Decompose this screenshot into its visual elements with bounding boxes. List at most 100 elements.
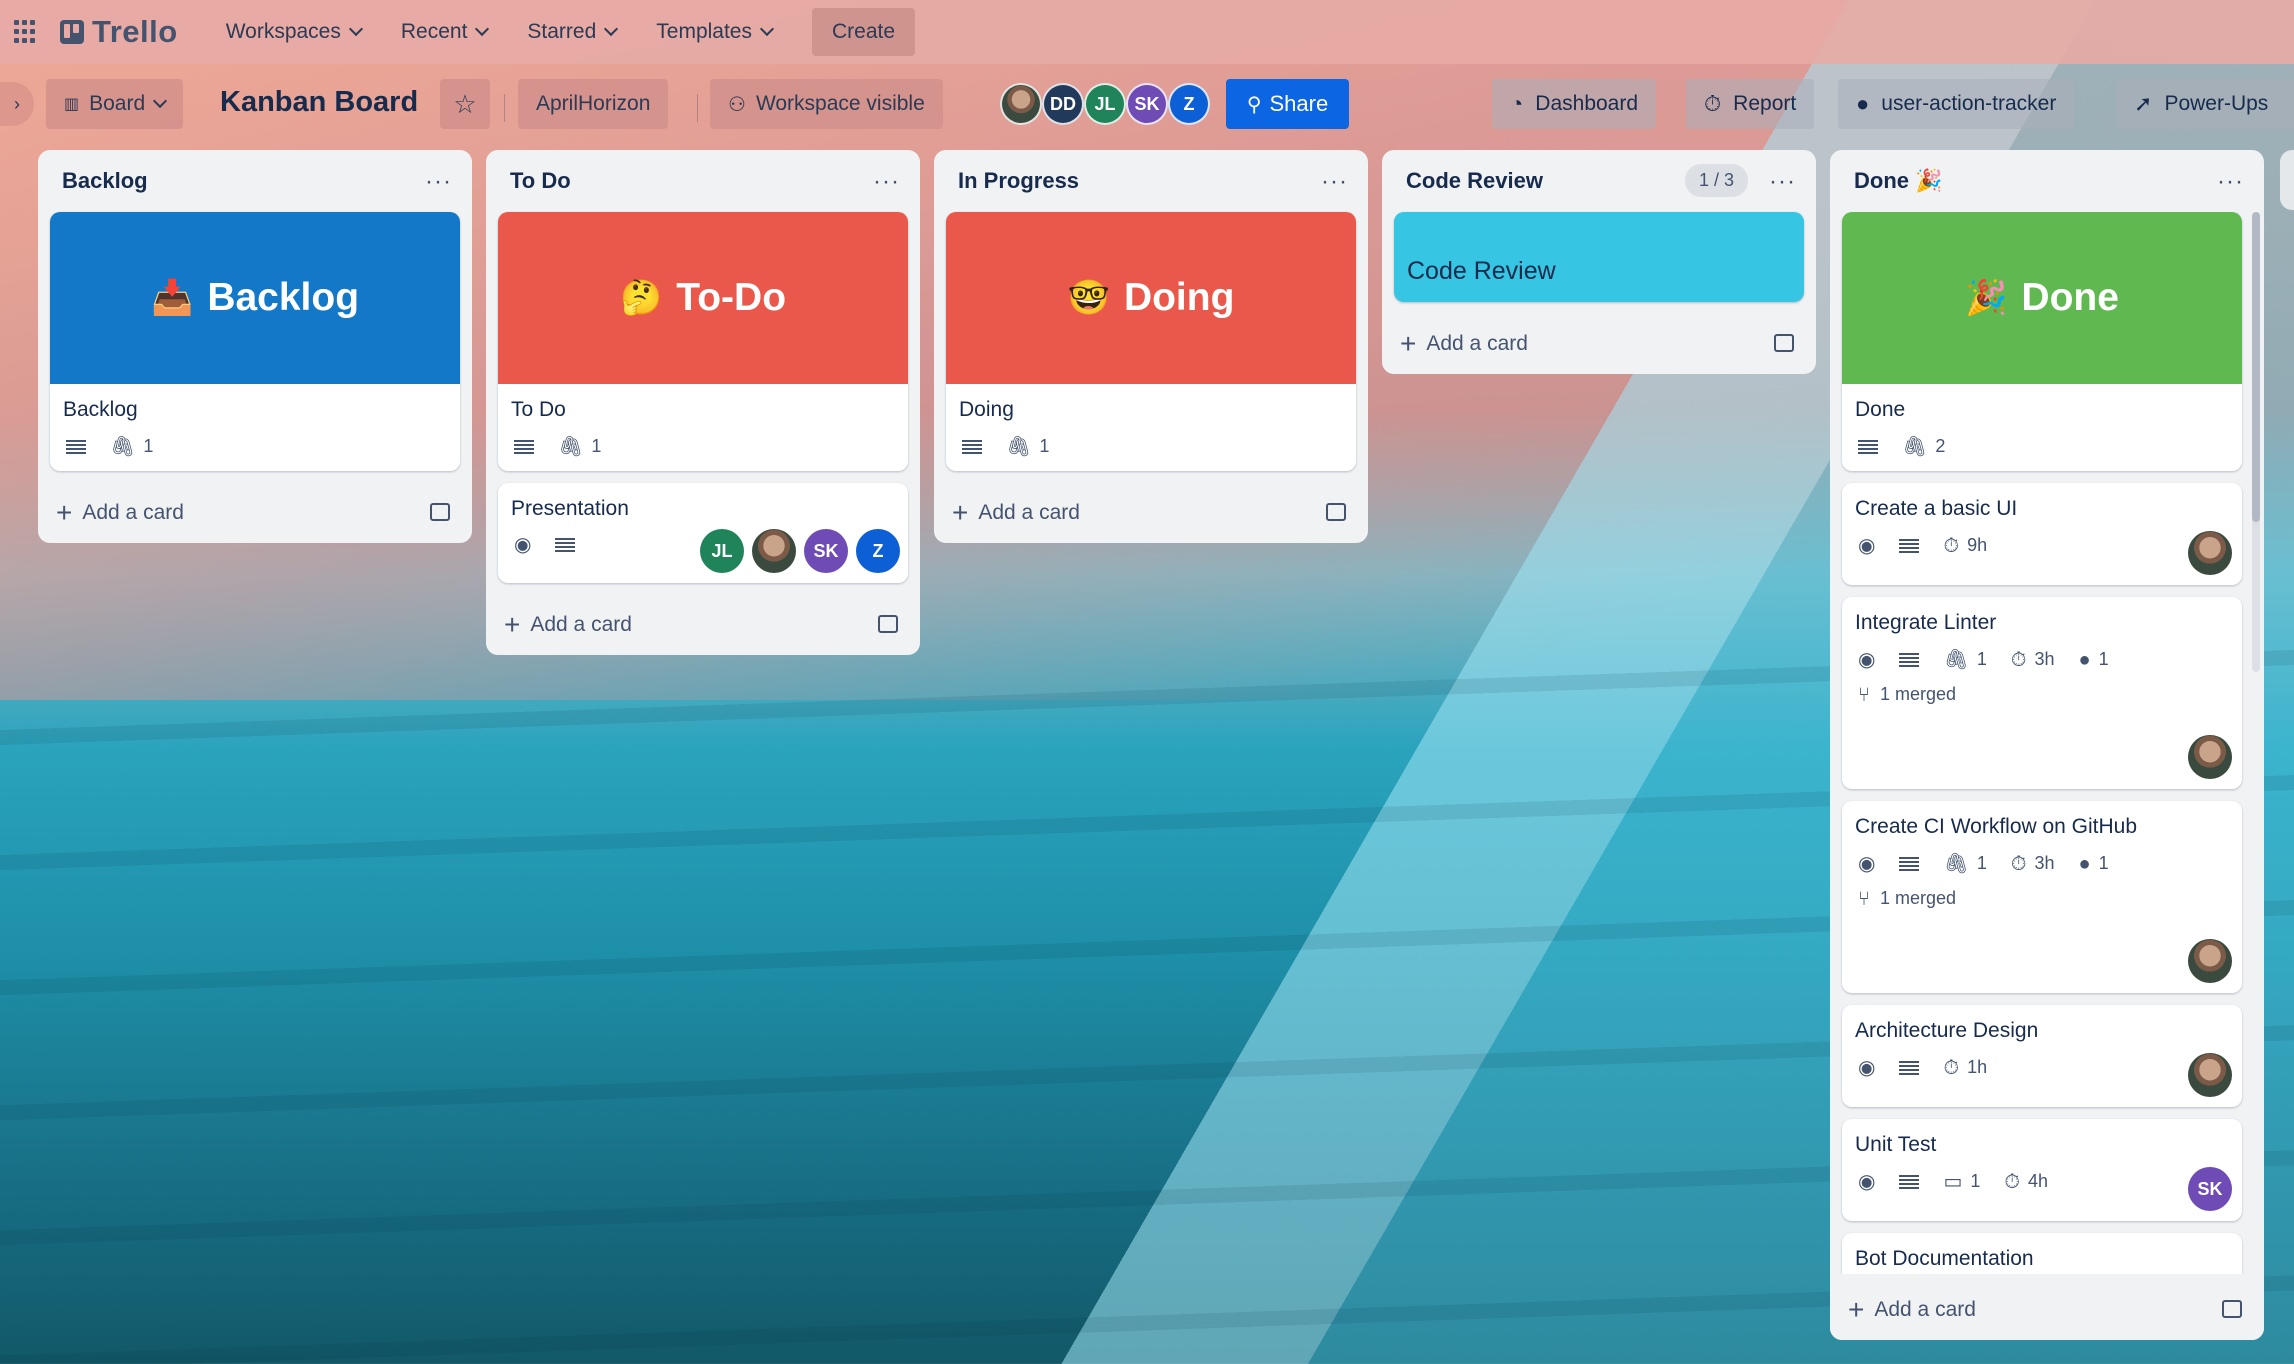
card-presentation[interactable]: Presentation ◉ JL SK Z (498, 483, 908, 583)
board-title[interactable]: Kanban Board (220, 86, 418, 119)
list-title[interactable]: Backlog (62, 168, 148, 194)
card-done[interactable]: 🎉 Done Done 🖇 2 (1842, 212, 2242, 471)
card-template-icon[interactable] (430, 503, 450, 521)
visibility-label: Workspace visible (755, 92, 925, 115)
card-template-icon[interactable] (1326, 503, 1346, 521)
member-avatar-photo[interactable] (2188, 1053, 2232, 1097)
card-integrate-linter[interactable]: Integrate Linter ◉ 🖇 1 ⏱ 3h ● 1 ⑂ 1 merg… (1842, 597, 2242, 789)
list-title[interactable]: To Do (510, 168, 571, 194)
logo-text: Trello (92, 14, 178, 49)
visibility-button[interactable]: ⚇ Workspace visible (710, 79, 943, 129)
card-title: Doing (959, 398, 1014, 421)
attachment-badge: 🖇 1 (1006, 436, 1049, 457)
nav-starred[interactable]: Starred (507, 8, 636, 56)
description-icon (1899, 1174, 1920, 1189)
card-code-review[interactable]: Code Review (1394, 212, 1804, 302)
star-board-button[interactable]: ☆ (440, 79, 490, 129)
card-template-icon[interactable] (1774, 334, 1794, 352)
nav-label: Recent (400, 20, 468, 43)
attachment-badge: 🖇 1 (110, 436, 153, 457)
add-card-button[interactable]: + Add a card (934, 483, 1368, 543)
list-menu-icon[interactable]: ··· (1769, 168, 1796, 196)
card-architecture-design[interactable]: Architecture Design ◉ ⏱ 1h (1842, 1005, 2242, 1107)
party-popper-icon: 🎉 (1915, 168, 1943, 193)
card-template-icon[interactable] (2222, 1300, 2242, 1318)
power-ups-button[interactable]: ➚ Power-Ups (2116, 79, 2294, 129)
timer-icon: ⏱ (2010, 852, 2027, 875)
cover-text: Doing (1123, 276, 1235, 319)
github-icon: ● (2078, 852, 2091, 875)
list-header: In Progress ··· (934, 150, 1368, 212)
share-button[interactable]: ⚲ Share (1226, 79, 1349, 129)
add-card-button[interactable]: + Add a card (38, 483, 472, 543)
add-card-button[interactable]: + Add a card (486, 595, 920, 655)
member-avatar-photo[interactable] (2188, 735, 2232, 779)
time-badge: ⏱ 9h (1943, 535, 1987, 556)
github-badge: ● 1 (2079, 649, 2109, 670)
attachment-count: 2 (1935, 436, 1946, 456)
member-avatar-jl[interactable]: JL (700, 529, 744, 573)
list-menu-icon[interactable]: ··· (2217, 168, 2244, 196)
add-person-icon: ⚲ (1246, 93, 1262, 116)
trello-logo[interactable]: Trello (60, 14, 178, 50)
nav-recent[interactable]: Recent (381, 8, 508, 56)
member-avatar-jl[interactable]: JL (1084, 83, 1126, 125)
user-action-tracker-button[interactable]: ● user-action-tracker (1838, 79, 2075, 129)
card-template-icon[interactable] (878, 615, 898, 633)
card-unit-test[interactable]: Unit Test ◉ ▭ 1 ⏱ 4h SK (1842, 1119, 2242, 1221)
dashboard-icon: ◔ (1510, 91, 1524, 116)
member-avatar-z[interactable]: Z (856, 529, 900, 573)
scrollbar-thumb[interactable] (2252, 212, 2260, 522)
add-card-button[interactable]: + Add a card (1382, 314, 1816, 374)
card-doing[interactable]: 🤓 Doing Doing 🖇 1 (946, 212, 1356, 471)
list-menu-icon[interactable]: ··· (425, 168, 452, 196)
card-badges: ◉ ▭ 1 ⏱ 4h (1842, 1165, 2242, 1206)
nav-templates[interactable]: Templates (636, 8, 792, 56)
github-icon: ● (2078, 648, 2091, 671)
merged-label: 1 merged (1880, 684, 1957, 704)
workspace-button[interactable]: AprilHorizon (518, 79, 669, 129)
card-create-ci-workflow[interactable]: Create CI Workflow on GitHub ◉ 🖇 1 ⏱ 3h … (1842, 801, 2242, 993)
board-header: › ▥ Board Kanban Board ☆ AprilHorizon ⚇ … (0, 64, 2294, 144)
timer-icon: ⏱ (1943, 534, 1960, 557)
card-todo[interactable]: 🤔 To-Do To Do 🖇 1 (498, 212, 908, 471)
member-avatar-photo[interactable] (2188, 531, 2232, 575)
add-card-button[interactable]: + Add a card (1830, 1280, 2264, 1340)
list-title[interactable]: Code Review (1406, 168, 1543, 194)
list-title[interactable]: Done 🎉 (1854, 168, 1943, 194)
list-menu-icon[interactable]: ··· (1321, 168, 1348, 196)
description-icon (66, 439, 86, 454)
member-avatar-sk[interactable]: SK (1126, 83, 1168, 125)
description-icon (1899, 856, 1920, 871)
attachment-badge: 🖇 2 (1902, 436, 1945, 457)
board-view-switcher[interactable]: ▥ Board (46, 79, 184, 129)
create-button[interactable]: Create (812, 8, 916, 56)
card-badges: 🖇 1 (946, 430, 1356, 471)
nav-workspaces[interactable]: Workspaces (206, 8, 381, 56)
card-title: Done (1855, 398, 1906, 421)
board-icon: ▥ (64, 96, 80, 113)
dashboard-button[interactable]: ◔ Dashboard (1492, 79, 1657, 129)
member-avatar-photo[interactable] (2188, 939, 2232, 983)
member-avatar-sk[interactable]: SK (804, 529, 848, 573)
time-value: 9h (1967, 535, 1988, 555)
cover-text: To-Do (676, 276, 787, 319)
member-avatar-dd[interactable]: DD (1042, 83, 1084, 125)
card-create-basic-ui[interactable]: Create a basic UI ◉ ⏱ 9h (1842, 483, 2242, 585)
member-avatar-photo[interactable] (752, 529, 796, 573)
people-icon: ⚇ (728, 93, 746, 116)
attachment-count: 1 (1039, 436, 1050, 456)
time-value: 3h (2034, 853, 2055, 873)
card-backlog[interactable]: 📥 Backlog Backlog 🖇 1 (50, 212, 460, 471)
card-bot-documentation[interactable]: Bot Documentation (1842, 1233, 2242, 1274)
member-avatar-z[interactable]: Z (1168, 83, 1210, 125)
app-switcher-icon[interactable] (14, 20, 38, 44)
member-avatar-photo[interactable] (1000, 83, 1042, 125)
report-button[interactable]: ⏱ Report (1686, 79, 1815, 129)
list-title[interactable]: In Progress (958, 168, 1079, 194)
sidebar-expand-button[interactable]: › (0, 82, 34, 126)
list-menu-icon[interactable]: ··· (873, 168, 900, 196)
card-cover: 🎉 Done (1842, 212, 2242, 384)
member-avatar-sk[interactable]: SK (2188, 1167, 2232, 1211)
nav-label: Workspaces (225, 20, 341, 43)
